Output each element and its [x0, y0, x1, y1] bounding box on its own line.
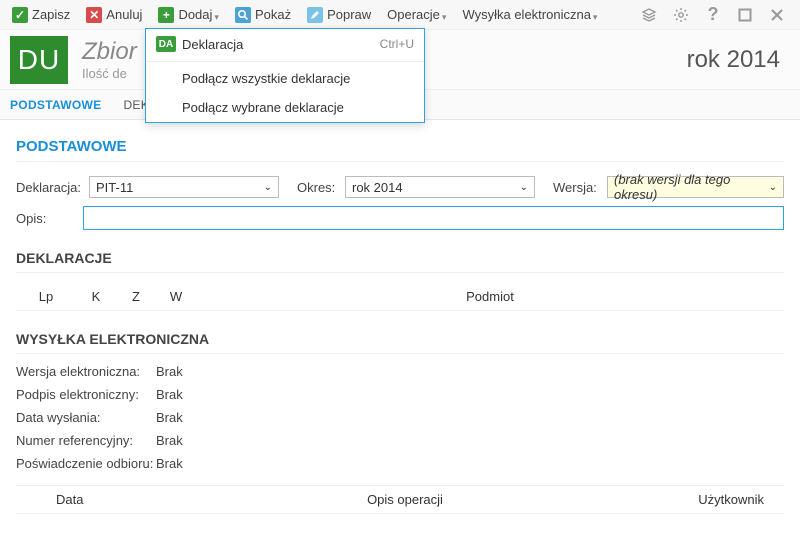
- chevron-down-icon: ⌄: [520, 182, 528, 193]
- kv-key: Poświadczenie odbioru:: [16, 456, 156, 471]
- kv-key: Data wysłania:: [16, 410, 156, 425]
- col-k: K: [76, 289, 116, 304]
- edit-label: Popraw: [327, 7, 371, 22]
- section-wysylka: WYSYŁKA ELEKTRONICZNA: [16, 331, 784, 354]
- tab-podstawowe[interactable]: PODSTAWOWE: [10, 98, 101, 112]
- deklaracje-table-header: Lp K Z W Podmiot: [16, 283, 784, 311]
- menu-item-deklaracja[interactable]: DA Deklaracja Ctrl+U: [146, 29, 424, 59]
- wersja-select[interactable]: (brak wersji dla tego okresu) ⌄: [607, 176, 784, 198]
- wersja-label: Wersja:: [553, 180, 599, 195]
- da-icon: DA: [156, 36, 176, 52]
- col-lp: Lp: [16, 289, 76, 304]
- deklaracja-value: PIT-11: [96, 180, 133, 195]
- check-icon: ✓: [12, 7, 28, 23]
- operations-button[interactable]: Operacje ▾: [381, 4, 452, 25]
- col-data: Data: [16, 492, 176, 507]
- okres-value: rok 2014: [352, 180, 403, 195]
- form-row-2: Opis:: [16, 206, 784, 230]
- toolbar: ✓ Zapisz ✕ Anuluj + Dodaj ▾ Pokaż Popraw…: [0, 0, 800, 30]
- okres-select[interactable]: rok 2014 ⌄: [345, 176, 535, 198]
- pencil-icon: [307, 7, 323, 23]
- menu-item-label: Podłącz wybrane deklaracje: [182, 100, 344, 115]
- maximize-icon[interactable]: [736, 6, 754, 24]
- kv-key: Podpis elektroniczny:: [16, 387, 156, 402]
- toolbar-right: ?: [640, 6, 794, 24]
- col-podmiot: Podmiot: [196, 289, 784, 304]
- save-label: Zapisz: [32, 7, 70, 22]
- kv-key: Wersja elektroniczna:: [16, 364, 156, 379]
- col-user: Użytkownik: [634, 492, 784, 507]
- content-area: PODSTAWOWE Deklaracja: PIT-11 ⌄ Okres: r…: [0, 120, 800, 550]
- deklaracja-select[interactable]: PIT-11 ⌄: [89, 176, 279, 198]
- cancel-button[interactable]: ✕ Anuluj: [80, 5, 148, 25]
- layers-icon[interactable]: [640, 6, 658, 24]
- save-button[interactable]: ✓ Zapisz: [6, 5, 76, 25]
- chevron-down-icon: ⌄: [264, 182, 272, 193]
- menu-item-label: Podłącz wszystkie deklaracje: [182, 71, 350, 86]
- okres-label: Okres:: [297, 180, 337, 195]
- chevron-down-icon: ⌄: [769, 182, 777, 193]
- esend-button[interactable]: Wysyłka elektroniczna ▾: [456, 4, 603, 25]
- search-icon: [235, 7, 251, 23]
- add-label: Dodaj: [178, 7, 212, 22]
- esend-label: Wysyłka elektroniczna: [462, 7, 590, 22]
- chevron-down-icon: ▾: [593, 12, 598, 23]
- x-icon: ✕: [86, 7, 102, 23]
- kv-podpis: Podpis elektroniczny: Brak: [16, 387, 784, 402]
- close-icon[interactable]: [768, 6, 786, 24]
- header-period: rok 2014: [687, 46, 780, 74]
- kv-key: Numer referencyjny:: [16, 433, 156, 448]
- add-button[interactable]: + Dodaj ▾: [152, 4, 225, 25]
- cancel-label: Anuluj: [106, 7, 142, 22]
- operations-label: Operacje: [387, 7, 440, 22]
- kv-wersja: Wersja elektroniczna: Brak: [16, 364, 784, 379]
- kv-value: Brak: [156, 456, 183, 471]
- add-dropdown-menu: DA Deklaracja Ctrl+U Podłącz wszystkie d…: [145, 28, 425, 123]
- wersja-value: (brak wersji dla tego okresu): [614, 172, 769, 202]
- opis-label: Opis:: [16, 211, 75, 226]
- page-title: Zbior: [82, 38, 137, 66]
- plus-icon: +: [158, 7, 174, 23]
- col-opis: Opis operacji: [176, 492, 634, 507]
- kv-value: Brak: [156, 387, 183, 402]
- app-badge: DU: [10, 36, 68, 84]
- col-z: Z: [116, 289, 156, 304]
- kv-value: Brak: [156, 410, 183, 425]
- header-titles: Zbior Ilość de: [82, 38, 137, 81]
- kv-value: Brak: [156, 364, 183, 379]
- opis-input[interactable]: [83, 206, 784, 230]
- show-button[interactable]: Pokaż: [229, 5, 297, 25]
- section-deklaracje: DEKLARACJE: [16, 250, 784, 273]
- chevron-down-icon: ▾: [214, 12, 219, 23]
- log-table-header: Data Opis operacji Użytkownik: [16, 485, 784, 514]
- page-subtitle: Ilość de: [82, 66, 137, 81]
- menu-item-podlacz-wszystkie[interactable]: Podłącz wszystkie deklaracje: [146, 64, 424, 93]
- section-podstawowe: PODSTAWOWE: [16, 138, 784, 162]
- gear-icon[interactable]: [672, 6, 690, 24]
- kv-value: Brak: [156, 433, 183, 448]
- form-row-1: Deklaracja: PIT-11 ⌄ Okres: rok 2014 ⌄ W…: [16, 176, 784, 198]
- chevron-down-icon: ▾: [442, 12, 447, 23]
- show-label: Pokaż: [255, 7, 291, 22]
- col-w: W: [156, 289, 196, 304]
- kv-numer: Numer referencyjny: Brak: [16, 433, 784, 448]
- deklaracja-label: Deklaracja:: [16, 180, 81, 195]
- menu-item-label: Deklaracja: [182, 37, 243, 52]
- menu-item-podlacz-wybrane[interactable]: Podłącz wybrane deklaracje: [146, 93, 424, 122]
- kv-posw: Poświadczenie odbioru: Brak: [16, 456, 784, 471]
- menu-shortcut: Ctrl+U: [380, 37, 414, 51]
- help-icon[interactable]: ?: [704, 6, 722, 24]
- edit-button[interactable]: Popraw: [301, 5, 377, 25]
- menu-separator: [146, 61, 424, 62]
- kv-data: Data wysłania: Brak: [16, 410, 784, 425]
